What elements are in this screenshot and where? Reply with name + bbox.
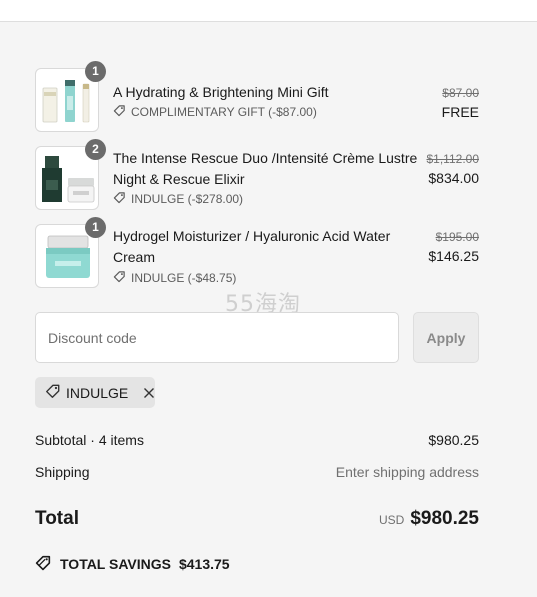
tag-icon	[113, 104, 126, 120]
item-title: Hydrogel Moisturizer / Hyaluronic Acid W…	[113, 228, 391, 265]
item-discount-label: COMPLIMENTARY GIFT (-$87.00)	[131, 105, 317, 119]
line-item: 1 Hydrogel Moisturizer / Hyaluronic Acid…	[35, 217, 479, 288]
final-price: $146.25	[428, 248, 479, 264]
original-price: $1,112.00	[426, 152, 480, 166]
total-value: $980.25	[410, 508, 479, 529]
item-discount: INDULGE (-$278.00)	[113, 191, 243, 207]
subtotal-row: Subtotal · 4 items $980.25	[35, 432, 479, 448]
original-price: $87.00	[442, 86, 479, 100]
subtotal-value: $980.25	[428, 432, 479, 448]
apply-button[interactable]: Apply	[413, 312, 479, 363]
final-price: FREE	[441, 104, 479, 120]
product-image: 2	[35, 139, 106, 210]
tag-icon	[45, 383, 61, 402]
savings-label: TOTAL SAVINGS	[60, 556, 171, 572]
applied-code-chip: INDULGE	[35, 377, 155, 408]
item-price: $1,112.00 $834.00	[427, 150, 480, 188]
quantity-badge: 1	[85, 61, 106, 82]
quantity-badge: 2	[85, 139, 106, 160]
item-discount: INDULGE (-$48.75)	[113, 270, 236, 286]
product-image: 1	[35, 61, 106, 132]
tag-icon	[113, 191, 126, 207]
item-price: $195.00 $146.25	[428, 228, 479, 266]
tag-icon	[113, 270, 126, 286]
shipping-label: Shipping	[35, 464, 90, 480]
quantity-badge: 1	[85, 217, 106, 238]
original-price: $195.00	[435, 230, 479, 244]
item-discount-label: INDULGE (-$278.00)	[131, 192, 244, 206]
total-label: Total	[35, 508, 79, 529]
total-savings: TOTAL SAVINGS $413.75	[35, 554, 230, 574]
tag-icon	[35, 554, 52, 574]
line-item: 2 The Intense Rescue Duo /Intensité Crèm…	[35, 139, 480, 210]
total-row: Total USD $980.25	[35, 508, 479, 530]
header-bar	[0, 0, 537, 22]
close-icon[interactable]	[143, 387, 155, 399]
item-discount: COMPLIMENTARY GIFT (-$87.00)	[113, 104, 317, 120]
item-price: $87.00 FREE	[442, 84, 479, 122]
currency-code: USD	[378, 513, 405, 527]
item-title: A Hydrating & Brightening Mini Gift	[113, 84, 329, 100]
final-price: $834.00	[428, 170, 479, 186]
line-item: 1 A Hydrating & Brightening Mini Gift CO…	[35, 61, 479, 132]
product-image: 1	[35, 217, 106, 288]
shipping-row: Shipping Enter shipping address	[35, 464, 479, 480]
shipping-value: Enter shipping address	[335, 464, 479, 480]
applied-code-label: INDULGE	[66, 384, 129, 401]
item-discount-label: INDULGE (-$48.75)	[131, 271, 237, 285]
subtotal-label: Subtotal · 4 items	[35, 432, 144, 448]
item-title: The Intense Rescue Duo /Intensité Crème …	[113, 150, 418, 187]
total-value-group: USD $980.25	[379, 508, 479, 530]
savings-value: $413.75	[178, 556, 230, 572]
discount-code-input[interactable]	[35, 312, 399, 363]
